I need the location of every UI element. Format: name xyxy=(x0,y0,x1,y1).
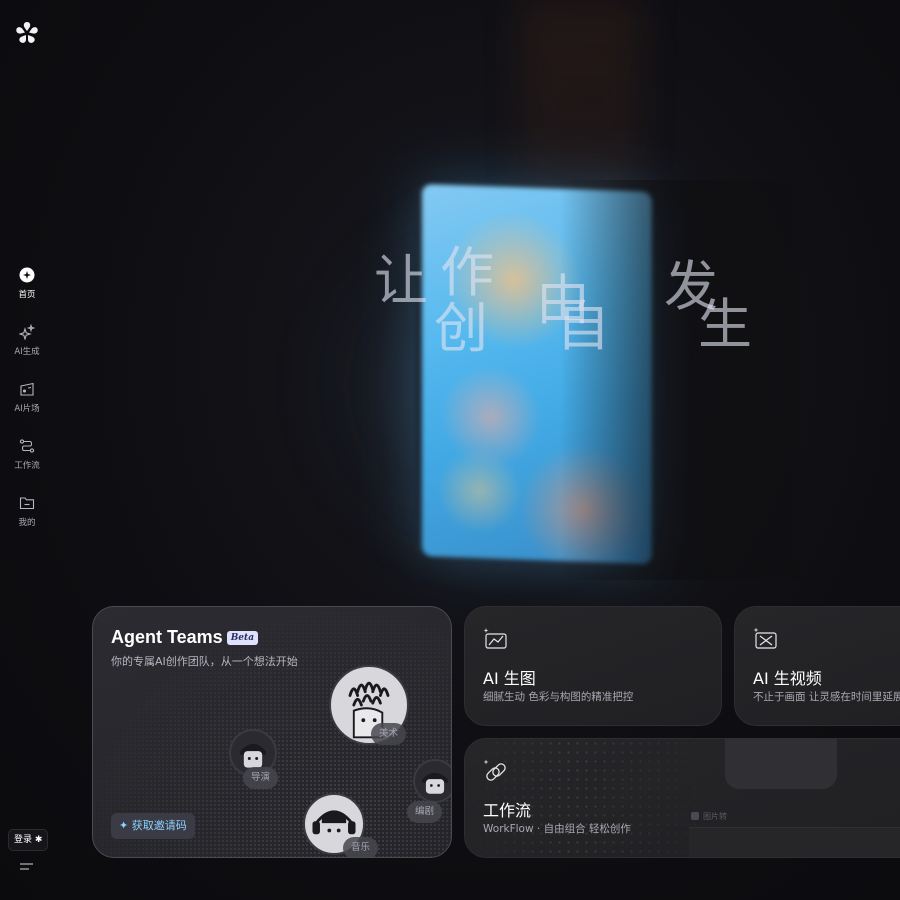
sidebar-item-ai-generate[interactable]: AI生成 xyxy=(0,324,54,357)
sidebar-item-workflow[interactable]: 工作流 xyxy=(0,438,54,471)
ai-image-subtitle: 细腻生动 色彩与构图的精准把控 xyxy=(483,691,634,703)
sidebar-item-home[interactable]: 首页 xyxy=(0,267,54,300)
role-tag-artist: 美术 xyxy=(371,723,407,745)
sparkle-icon: ✦ xyxy=(119,819,129,832)
role-tag-director: 导演 xyxy=(243,767,279,789)
login-button[interactable]: 登录 ✱ xyxy=(8,829,49,851)
role-tag-music: 音乐 xyxy=(343,837,379,857)
workflow-title: 工作流 xyxy=(483,801,532,820)
sidebar-item-mine[interactable]: 我的 xyxy=(0,495,54,528)
workflow-card[interactable]: 图片转 工作流 WorkFlow · 自由组合 轻松创作 xyxy=(464,738,900,858)
hamburger-icon[interactable] xyxy=(20,862,33,871)
workflow-preview-panel xyxy=(725,739,837,789)
image-chart-icon xyxy=(483,628,507,649)
folder-icon xyxy=(19,497,35,510)
sidebar-item-ai-studio[interactable]: AI片场 xyxy=(0,381,54,414)
video-bowtie-icon xyxy=(753,627,777,649)
link-icon xyxy=(483,759,506,781)
beta-badge: Beta xyxy=(226,631,259,645)
slogan-char: 自 xyxy=(556,295,610,358)
home-icon xyxy=(19,267,35,283)
slogan-char: 生 xyxy=(698,293,752,356)
ai-video-subtitle: 不止于画面 让灵感在时间里延展 xyxy=(753,691,900,703)
agent-teams-card[interactable]: Agent Teams Beta 你的专属AI创作团队，从一个想法开始 美术 导演 xyxy=(92,606,452,858)
workflow-node-label: 图片转 xyxy=(691,811,727,822)
avatar-writer xyxy=(413,759,451,803)
slogan-char: 让 xyxy=(374,249,428,312)
sparkle-icon xyxy=(19,324,35,340)
sidebar-item-label: 首页 xyxy=(18,290,36,300)
sidebar-item-label: AI片场 xyxy=(14,404,40,414)
logo-icon[interactable] xyxy=(14,20,40,46)
slogan-char: 创 xyxy=(434,297,488,360)
agent-teams-subtitle: 你的专属AI创作团队，从一个想法开始 xyxy=(111,655,298,668)
sidebar-item-label: 工作流 xyxy=(14,461,40,471)
get-invite-code-button[interactable]: ✦ 获取邀请码 xyxy=(111,813,195,839)
sidebar-item-label: 我的 xyxy=(18,518,36,528)
workflow-subtitle: WorkFlow · 自由组合 轻松创作 xyxy=(483,823,631,835)
ai-image-card[interactable]: AI 生图 细腻生动 色彩与构图的精准把控 xyxy=(464,606,722,726)
sidebar-item-label: AI生成 xyxy=(14,347,40,357)
role-tag-writer: 编剧 xyxy=(407,801,443,823)
workflow-icon xyxy=(19,439,35,453)
ai-video-title: AI 生视频 xyxy=(753,669,822,688)
film-folder-icon xyxy=(20,382,34,396)
ai-image-title: AI 生图 xyxy=(483,669,536,688)
ai-video-card[interactable]: AI 生视频 不止于画面 让灵感在时间里延展 xyxy=(734,606,900,726)
agent-teams-title: Agent Teams Beta xyxy=(111,627,259,648)
sidebar: 首页 AI生成 AI片场 工作流 我的 登录 ✱ xyxy=(0,0,54,900)
